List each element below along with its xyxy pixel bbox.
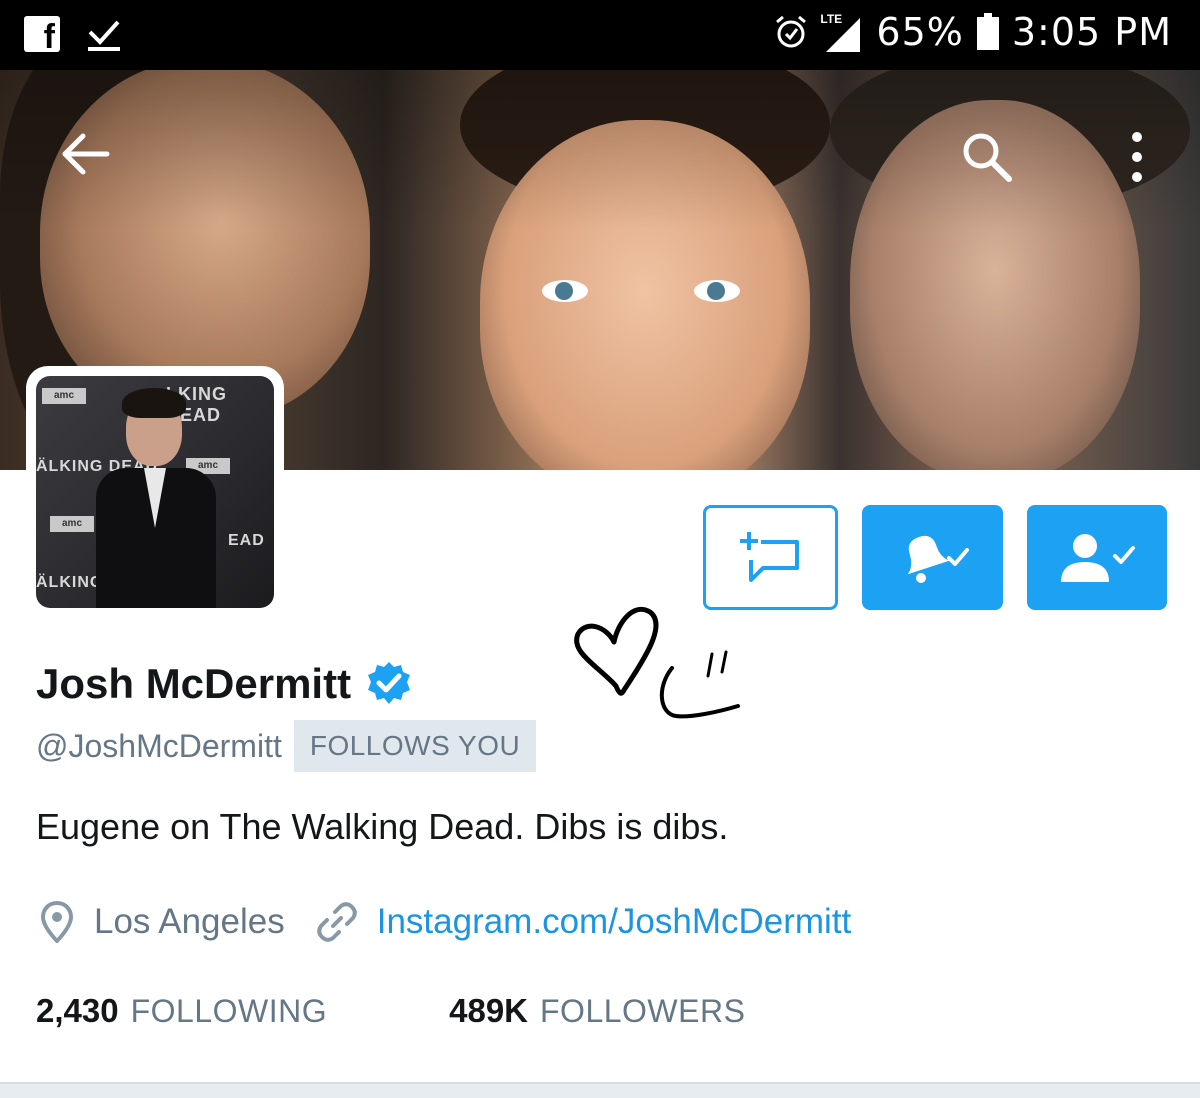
avatar-person-hair [122,388,186,418]
following-stat[interactable]: 2,430 FOLLOWING [36,992,327,1030]
handwritten-heart-smiley-doodle [574,606,740,719]
section-divider [0,1082,1200,1098]
back-button[interactable] [50,124,120,184]
search-icon [963,133,1012,182]
profile-meta: Los Angeles Instagram.com/JoshMcDermitt [40,900,851,944]
direct-message-button[interactable] [703,505,838,610]
avatar[interactable]: amc LKING DEAD ÄLKING DEAD amc amc EAD Ä… [26,366,284,618]
avatar-banner-text: amc [50,516,94,532]
profile-actions [703,505,1167,610]
battery-percent: 65% [876,10,964,54]
status-bar: f LTE 65% 3:05 PM [0,0,1200,70]
followers-label: FOLLOWERS [540,993,746,1029]
verified-badge-icon [368,662,411,704]
bell-check-icon [907,535,969,583]
alarm-icon [776,15,807,48]
website-link[interactable]: Instagram.com/JoshMcDermitt [377,902,852,942]
following-count: 2,430 [36,992,119,1029]
username-handle: @JoshMcDermitt [36,727,282,764]
followers-count: 489K [449,992,528,1029]
signal-icon [826,18,861,52]
notifications-button[interactable] [862,505,1003,610]
name-row: Josh McDermitt [36,660,413,708]
following-label: FOLLOWING [130,993,328,1029]
avatar-image: amc LKING DEAD ÄLKING DEAD amc amc EAD Ä… [36,376,274,608]
facebook-icon: f [24,16,60,54]
more-vertical-icon [1132,132,1142,182]
download-icon [88,20,120,51]
display-name: Josh McDermitt [36,660,352,707]
location-pin-icon [40,901,74,943]
new-message-icon [739,531,799,582]
clock: 3:05 PM [1011,10,1172,54]
more-options-button[interactable] [1112,122,1162,192]
location-text: Los Angeles [94,902,285,941]
handle-row: @JoshMcDermitt FOLLOWS YOU [36,720,537,772]
user-check-icon [1061,533,1135,582]
search-button[interactable] [952,122,1022,192]
link-icon [316,902,357,942]
following-button[interactable] [1027,505,1167,610]
followers-stat[interactable]: 489K FOLLOWERS [449,992,745,1030]
avatar-banner-text: EAD [228,532,265,549]
signal-indicator: LTE [820,12,864,52]
battery-icon [976,13,999,50]
bio: Eugene on The Walking Dead. Dibs is dibs… [36,806,729,847]
profile-stats: 2,430 FOLLOWING 489K FOLLOWERS [36,992,745,1030]
follows-you-badge: FOLLOWS YOU [293,720,537,772]
avatar-banner-text: amc [42,388,86,404]
arrow-left-icon [62,133,110,175]
